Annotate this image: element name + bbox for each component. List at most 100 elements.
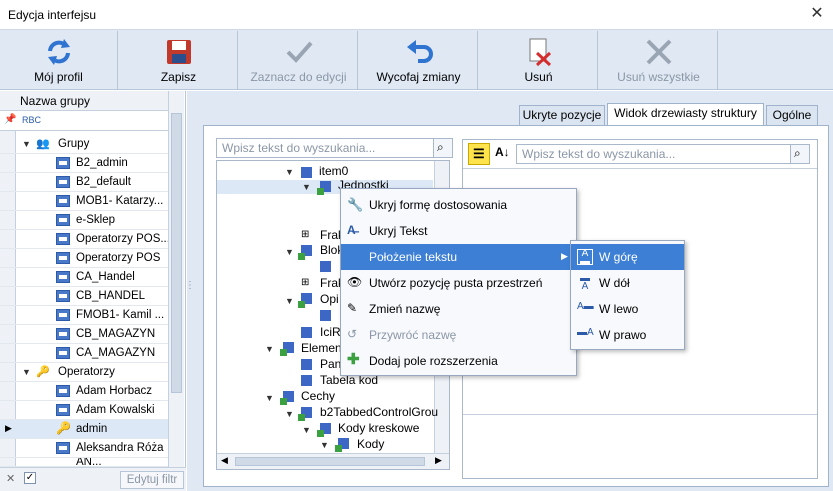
tree-node-opis[interactable]: Opi — [320, 292, 339, 306]
group-row[interactable]: B2_default — [0, 173, 168, 192]
tree-node-item0[interactable]: item0 — [319, 164, 348, 178]
align-bottom-icon: ▬ A — [580, 273, 590, 292]
chevron-down-icon[interactable]: ▼ — [285, 247, 294, 257]
text-hide-icon: A̶ — [347, 223, 356, 237]
hscroll-thumb[interactable] — [235, 457, 425, 466]
group-name: CB_HANDEL — [76, 290, 146, 302]
filter-row[interactable]: 📌 RBC — [0, 111, 168, 131]
menu-item-label: Ukryj formę dostosowania — [369, 198, 508, 212]
undo-changes-button[interactable]: Wycofaj zmiany — [360, 31, 478, 89]
restore-icon: ↺ — [347, 327, 358, 341]
tree-node-kody[interactable]: Kody — [357, 437, 384, 451]
group-row[interactable]: MOB1- Katarzy... — [0, 192, 168, 211]
menu-item-label: Utwórz pozycję pusta przestrzeń — [369, 276, 543, 290]
menu-item-rename[interactable]: ✎ Zmień nazwę — [341, 296, 576, 322]
tree-row-groups[interactable]: ▼ 👥 Grupy — [0, 135, 168, 154]
tree-hscroll[interactable]: ◀ ▶ — [217, 453, 449, 469]
group-icon — [56, 176, 70, 188]
chevron-down-icon[interactable]: ▼ — [302, 425, 311, 435]
group-row[interactable]: CB_HANDEL — [0, 287, 168, 306]
node-green-icon — [335, 445, 342, 452]
group-row[interactable]: e-Sklep — [0, 211, 168, 230]
operator-row[interactable]: Adam Kowalski — [0, 401, 168, 420]
menu-item-text-position[interactable]: Położenie tekstu ▶ — [341, 244, 576, 270]
node-icon — [301, 375, 312, 386]
group-name: CA_Handel — [76, 271, 135, 283]
sort-az-icon[interactable]: A↓ — [495, 145, 510, 159]
tree-search-input[interactable]: Wpisz tekst do wyszukania... — [216, 138, 434, 158]
close-filter-icon[interactable]: ✕ — [6, 472, 15, 485]
group-row[interactable]: CA_MAGAZYN — [0, 344, 168, 363]
chevron-down-icon[interactable]: ▼ — [285, 409, 294, 419]
tab-general[interactable]: Ogólne — [766, 105, 818, 126]
left-scrollbar[interactable] — [168, 91, 184, 467]
chevron-down-icon[interactable]: ▼ — [285, 296, 294, 306]
close-button[interactable]: ✕ — [806, 4, 828, 24]
tree-node-cechy[interactable]: Cechy — [301, 389, 335, 403]
tree-node-pan[interactable]: Pan — [320, 357, 341, 371]
save-button[interactable]: Zapisz — [120, 31, 238, 89]
toolbar: Mój profil Zapisz Zaznacz do edycji Wyco… — [0, 30, 833, 90]
menu-item-hide-text[interactable]: A̶ Ukryj Tekst — [341, 218, 576, 244]
scroll-right-icon[interactable]: ▶ — [435, 455, 442, 466]
menu-item-label: Ukryj Tekst — [369, 224, 428, 238]
menu-item-add-extension-field[interactable]: ✚ Dodaj pole rozszerzenia — [341, 348, 576, 374]
my-profile-button[interactable]: Mój profil — [0, 31, 118, 89]
submenu-item-top[interactable]: A ▬ W górę — [571, 244, 684, 270]
chevron-down-icon[interactable]: ▼ — [302, 182, 311, 192]
node-green-icon — [298, 414, 305, 421]
scroll-left-icon[interactable]: ◀ — [221, 455, 228, 466]
splitter-grip-icon[interactable]: ⋮ — [185, 280, 195, 291]
node-icon — [320, 310, 331, 321]
operator-row[interactable]: Aleksandra Róża — [0, 439, 168, 458]
group-row[interactable]: FMOB1- Kamil ... — [0, 306, 168, 325]
submenu-arrow-icon: ▶ — [561, 251, 568, 261]
operator-row[interactable]: Adam Horbacz — [0, 382, 168, 401]
tab-hidden-items[interactable]: Ukryte pozycje — [519, 105, 605, 126]
filter-checkbox[interactable]: ✓ — [24, 472, 36, 484]
menu-item-create-empty-space[interactable]: 👁 Utwórz pozycję pusta przestrzeń — [341, 270, 576, 296]
group-name: B2_admin — [76, 157, 128, 169]
tree-search-button[interactable]: ⌕ — [433, 138, 453, 158]
group-row[interactable]: Operatorzy POS — [0, 249, 168, 268]
tab-tree-view[interactable]: Widok drzewiasty struktury — [607, 103, 764, 126]
group-list-header[interactable]: Nazwa grupy — [0, 91, 168, 111]
tree-row-operators[interactable]: ▼ 🔑 Operatorzy — [0, 363, 168, 382]
submenu-item-bottom[interactable]: ▬ A W dół — [571, 270, 684, 296]
submenu-item-left[interactable]: A▬ W lewo — [571, 296, 684, 322]
group-icon — [56, 309, 70, 321]
edit-filter-button[interactable]: Edytuj filtr — [120, 471, 184, 489]
tree-node-element[interactable]: Element — [301, 341, 345, 355]
delete-button[interactable]: Usuń — [480, 31, 598, 89]
item-search-input[interactable]: Wpisz tekst do wyszukania... — [516, 144, 791, 164]
chevron-down-icon[interactable]: ▼ — [265, 393, 274, 403]
menu-item-label: Dodaj pole rozszerzenia — [369, 354, 498, 368]
group-row[interactable]: Operatorzy POS... — [0, 230, 170, 249]
group-row[interactable]: CA_Handel — [0, 268, 168, 287]
group-row[interactable]: B2_admin — [0, 154, 168, 173]
operator-row-selected[interactable]: ▶ 🔑 admin — [0, 420, 168, 439]
chevron-down-icon[interactable]: ▼ — [265, 344, 274, 354]
align-top-icon: A ▬ — [577, 249, 593, 267]
submenu-item-right[interactable]: ▬A W prawo — [571, 322, 684, 348]
operator-row[interactable]: AN... — [0, 458, 168, 467]
tree-node-kody-kreskowe[interactable]: Kody kreskowe — [338, 421, 419, 435]
tree-node-b2tab[interactable]: b2TabbedControlGrou — [320, 405, 438, 419]
scrollbar-thumb[interactable] — [171, 113, 182, 393]
delete-label: Usuń — [524, 70, 553, 84]
chevron-down-icon[interactable]: ▼ — [320, 440, 329, 450]
item-search-button[interactable]: ⌕ — [790, 144, 810, 164]
group-row[interactable]: CB_MAGAZYN — [0, 325, 168, 344]
undo-icon — [407, 40, 433, 63]
mark-for-edit-button[interactable]: Zaznacz do edycji — [240, 31, 358, 89]
menu-item-label: Położenie tekstu — [369, 250, 458, 264]
menu-item-restore-name[interactable]: ↺ Przywróć nazwę — [341, 322, 576, 348]
tree-node-ici[interactable]: IciR — [320, 325, 341, 339]
wrench-icon: 🔧 — [347, 197, 364, 212]
search-icon: ⌕ — [437, 140, 444, 154]
chevron-down-icon[interactable]: ▼ — [285, 167, 294, 177]
menu-item-hide-customization[interactable]: 🔧 Ukryj formę dostosowania — [341, 192, 576, 218]
delete-all-button[interactable]: Usuń wszystkie — [600, 31, 718, 89]
customize-toggle-button[interactable]: ☰ — [468, 143, 490, 165]
text-position-submenu: A ▬ W górę ▬ A W dół A▬ W lewo ▬A W prawo — [570, 240, 685, 350]
